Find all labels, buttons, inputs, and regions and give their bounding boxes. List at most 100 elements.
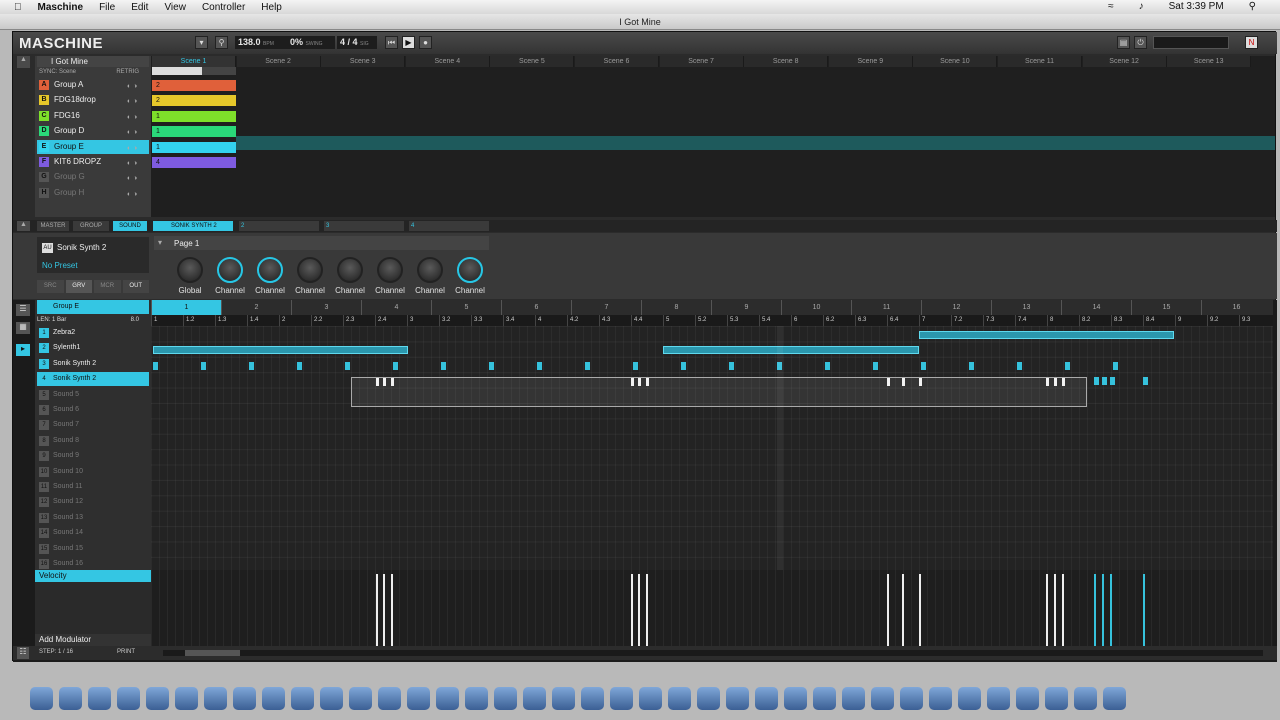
scene-header-7[interactable]: Scene 7 bbox=[659, 56, 744, 67]
bar-marker-14[interactable]: 14 bbox=[1061, 300, 1131, 315]
sound-row-4[interactable]: 4 Sonik Synth 2 bbox=[37, 372, 149, 387]
group-mute-solo-icons[interactable]: ◐ ◑ bbox=[127, 172, 145, 182]
subtab-out[interactable]: OUT bbox=[122, 280, 149, 293]
group-row-h[interactable]: H Group H ◐ ◑ bbox=[37, 186, 149, 200]
sound-row-12[interactable]: 12 Sound 12 bbox=[37, 495, 149, 509]
sound-row-8[interactable]: 8 Sound 8 bbox=[37, 434, 149, 448]
parameter-knob-4[interactable] bbox=[297, 257, 323, 283]
parameter-knob-8[interactable] bbox=[457, 257, 483, 283]
final-cut-icon[interactable] bbox=[639, 686, 662, 710]
note-selected[interactable] bbox=[1094, 377, 1099, 385]
scene-header-11[interactable]: Scene 11 bbox=[998, 56, 1082, 67]
group-row-e[interactable]: E Group E ◐ ◑ bbox=[37, 139, 149, 154]
app-icon[interactable] bbox=[494, 686, 517, 710]
group-row-a[interactable]: A Group A ◐ ◑ bbox=[37, 78, 149, 92]
note[interactable] bbox=[441, 362, 446, 370]
sync-row[interactable]: SYNC: Scene RETRIG bbox=[37, 67, 149, 77]
tab-sound[interactable]: SOUND bbox=[113, 221, 147, 231]
wifi-icon[interactable]: ≈ bbox=[1108, 1, 1114, 12]
clip-group-a[interactable]: 2 bbox=[152, 80, 236, 91]
note[interactable] bbox=[585, 362, 590, 370]
add-modulator-button[interactable]: Add Modulator bbox=[35, 634, 151, 646]
bar-marker-6[interactable]: 6 bbox=[501, 300, 571, 315]
note[interactable] bbox=[921, 362, 926, 370]
group-row-g[interactable]: G Group G ◐ ◑ bbox=[37, 170, 149, 184]
velocity-bar[interactable] bbox=[1062, 574, 1064, 646]
scene-header-13[interactable]: Scene 13 bbox=[1167, 56, 1252, 67]
group-mute-solo-icons[interactable]: ◐ ◑ bbox=[127, 188, 145, 198]
sound-row-7[interactable]: 7 Sound 7 bbox=[37, 418, 149, 432]
app-icon[interactable] bbox=[900, 686, 923, 710]
scene-header-9[interactable]: Scene 9 bbox=[828, 56, 913, 67]
zoom-value[interactable]: 8.0 bbox=[131, 315, 139, 325]
preview-icon[interactable] bbox=[117, 686, 140, 710]
launchpad-icon[interactable] bbox=[88, 686, 111, 710]
note[interactable] bbox=[1143, 377, 1148, 385]
velocity-bar[interactable] bbox=[902, 574, 904, 646]
sound-row-6[interactable]: 6 Sound 6 bbox=[37, 403, 149, 417]
clip-group-e[interactable]: 1 bbox=[152, 141, 236, 153]
velocity-bar[interactable] bbox=[1143, 574, 1145, 646]
clip-group-f[interactable]: 4 bbox=[152, 157, 236, 168]
retrig-label[interactable]: RETRIG bbox=[116, 67, 139, 77]
group-header[interactable]: Group E bbox=[37, 300, 149, 314]
note[interactable] bbox=[1113, 362, 1118, 370]
play-button[interactable]: ▶ bbox=[402, 36, 415, 49]
menu-edit[interactable]: Edit bbox=[131, 2, 148, 13]
signature-value[interactable]: 4 / 4 bbox=[340, 37, 358, 47]
scene-header-12[interactable]: Scene 12 bbox=[1082, 56, 1167, 67]
parameter-knob-2[interactable] bbox=[217, 257, 243, 283]
tempo-value[interactable]: 138.0 bbox=[238, 37, 261, 47]
logic-icon[interactable] bbox=[668, 686, 691, 710]
sound-row-3[interactable]: 3 Sonik Synth 2 bbox=[37, 357, 149, 371]
velocity-bar[interactable] bbox=[631, 574, 633, 646]
menu-view[interactable]: View bbox=[164, 2, 186, 13]
maschine-icon[interactable] bbox=[465, 686, 488, 710]
note[interactable] bbox=[153, 362, 158, 370]
app-icon[interactable] bbox=[842, 686, 865, 710]
bar-marker-2[interactable]: 2 bbox=[221, 300, 291, 315]
bar-marker-9[interactable]: 9 bbox=[711, 300, 781, 315]
clip-group-d[interactable]: 1 bbox=[152, 126, 236, 138]
group-mute-solo-icons[interactable]: ◐ ◑ bbox=[127, 157, 145, 167]
bar-marker-11[interactable]: 11 bbox=[851, 300, 921, 315]
velocity-bar[interactable] bbox=[1102, 574, 1104, 646]
scene-header-5[interactable]: Scene 5 bbox=[490, 56, 575, 67]
menu-help[interactable]: Help bbox=[261, 2, 282, 13]
bar-marker-15[interactable]: 15 bbox=[1131, 300, 1201, 315]
note-long[interactable] bbox=[153, 346, 408, 354]
app-store-icon[interactable] bbox=[59, 686, 82, 710]
pad-mode-icon[interactable]: ☷ bbox=[17, 647, 29, 659]
omnifocus-icon[interactable] bbox=[610, 686, 633, 710]
velocity-lane[interactable] bbox=[151, 570, 1273, 646]
sound-row-16[interactable]: 16 Sound 16 bbox=[37, 557, 149, 571]
calendar-icon[interactable] bbox=[204, 686, 227, 710]
volume-icon[interactable]: ♪ bbox=[1139, 1, 1144, 12]
bar-marker-8[interactable]: 8 bbox=[641, 300, 711, 315]
preset-name[interactable]: No Preset bbox=[42, 261, 78, 270]
note-selected[interactable] bbox=[1110, 377, 1115, 385]
app-icon[interactable] bbox=[1016, 686, 1039, 710]
notes-icon[interactable] bbox=[175, 686, 198, 710]
group-row-c[interactable]: C FDG16 ◐ ◑ bbox=[37, 109, 149, 123]
print-button[interactable]: PRINT bbox=[117, 649, 135, 655]
note[interactable] bbox=[873, 362, 878, 370]
note[interactable] bbox=[201, 362, 206, 370]
note[interactable] bbox=[345, 362, 350, 370]
page-dropdown-icon[interactable]: ▾ bbox=[158, 238, 162, 247]
bar-marker-1[interactable]: 1 bbox=[151, 300, 221, 315]
clock[interactable]: Sat 3:39 PM bbox=[1169, 1, 1224, 12]
menu-dropdown-button[interactable]: ▾ bbox=[195, 36, 208, 49]
scene-header-10[interactable]: Scene 10 bbox=[913, 56, 998, 67]
itunes-icon[interactable] bbox=[262, 686, 285, 710]
note[interactable] bbox=[393, 362, 398, 370]
folder-icon[interactable] bbox=[1045, 686, 1068, 710]
tab-group[interactable]: GROUP bbox=[73, 221, 109, 231]
app-icon[interactable] bbox=[755, 686, 778, 710]
subtab-grv[interactable]: GRV bbox=[65, 280, 92, 293]
note[interactable] bbox=[1065, 362, 1070, 370]
folder-icon[interactable] bbox=[552, 686, 575, 710]
parameter-knob-3[interactable] bbox=[257, 257, 283, 283]
velocity-bar[interactable] bbox=[919, 574, 921, 646]
plugin-name[interactable]: Sonik Synth 2 bbox=[57, 243, 106, 252]
